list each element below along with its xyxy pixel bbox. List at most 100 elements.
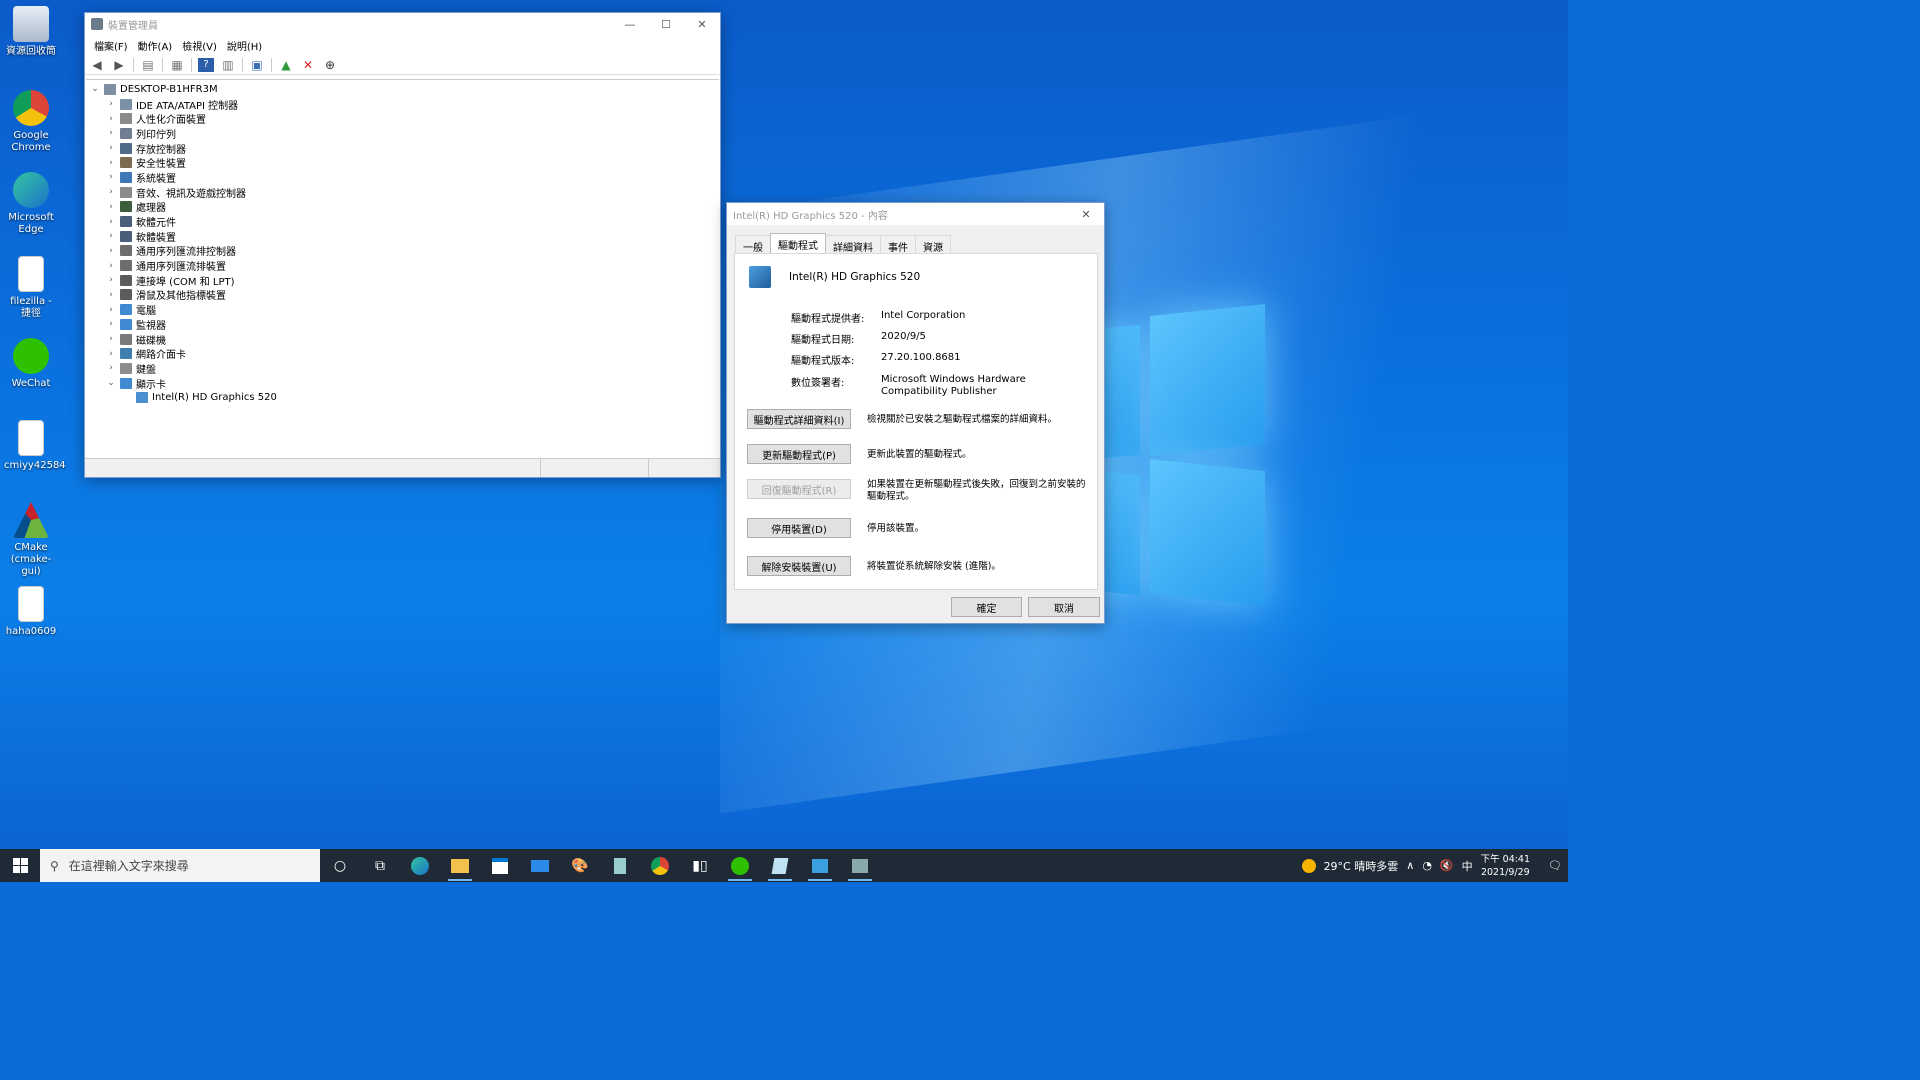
close-button[interactable]: ✕ [1068,203,1104,225]
tree-category[interactable]: › 鍵盤 [86,361,719,376]
expand-arrow-icon[interactable]: › [105,202,117,212]
expand-arrow-icon[interactable]: › [105,246,117,256]
desktop-icon-cmiyy42584[interactable]: cmiyy42584 [4,420,66,472]
menu-view[interactable]: 檢視(V) [177,38,222,53]
tree-category[interactable]: › 人性化介面裝置 [86,111,719,126]
start-button[interactable] [0,849,40,882]
tree-category[interactable]: › 安全性裝置 [86,155,719,170]
tree-category[interactable]: › 通用序列匯流排控制器 [86,244,719,258]
device-tree[interactable]: ⌄ DESKTOP-B1HFR3M › IDE ATA/ATAPI 控制器 › 人性化… [86,79,719,457]
calculator-icon[interactable] [600,849,640,882]
expand-arrow-icon[interactable]: › [105,334,117,344]
tree-category[interactable]: › 列印佇列 [86,126,719,141]
roll-back-driver-button[interactable]: 回復驅動程式(R) [747,479,851,499]
tree-category[interactable]: › 磁碟機 [86,332,719,347]
uninstall-device-button[interactable]: 解除安裝裝置(U) [747,556,851,576]
device-manager-window[interactable]: 裝置管理員 — ☐ ✕ 檔案(F) 動作(A) 檢視(V) 說明(H) ◀ ▶ … [84,12,721,478]
tree-category[interactable]: › 通用序列匯流排裝置 [86,258,719,273]
menu-file[interactable]: 檔案(F) [89,38,133,53]
chevron-up-icon[interactable]: ∧ [1406,859,1414,872]
tree-category[interactable]: › IDE ATA/ATAPI 控制器 [86,97,719,112]
clock[interactable]: 下午 04:41 2021/9/29 [1481,853,1530,879]
help-icon[interactable]: ? [198,57,214,72]
expand-arrow-icon[interactable]: › [105,158,117,168]
disable-device-icon[interactable]: ⊕ [322,58,338,72]
expand-arrow-icon[interactable]: › [105,275,117,285]
network-icon[interactable]: ◔ [1422,859,1432,872]
ime-indicator[interactable]: 中 [1462,858,1473,874]
tree-category[interactable]: › 監視器 [86,317,719,332]
forward-icon[interactable]: ▶ [111,58,127,72]
expand-arrow-icon[interactable]: › [105,305,117,315]
chrome-icon[interactable] [640,849,680,882]
device-manager-icon[interactable] [800,849,840,882]
back-icon[interactable]: ◀ [89,58,105,72]
edge-icon[interactable] [400,849,440,882]
tree-category[interactable]: › 網路介面卡 [86,346,719,361]
expand-arrow-icon[interactable]: › [105,114,117,124]
tree-category[interactable]: › 滑鼠及其他指標裝置 [86,288,719,302]
expand-arrow-icon[interactable]: › [105,319,117,329]
minimize-button[interactable]: — [612,13,648,35]
wechat-icon[interactable] [720,849,760,882]
expand-arrow-icon[interactable]: › [105,349,117,359]
expand-arrow-icon[interactable]: › [105,290,117,300]
menu-help[interactable]: 說明(H) [222,38,267,53]
devmgr-titlebar[interactable]: 裝置管理員 — ☐ ✕ [85,13,720,35]
cancel-button[interactable]: 取消 [1028,597,1100,617]
cortana-icon[interactable]: ○ [320,849,360,882]
close-button[interactable]: ✕ [684,13,720,35]
stock-chart-icon[interactable]: ▮▯ [680,849,720,882]
expand-arrow-icon[interactable]: › [105,231,117,241]
scan-hardware-icon[interactable]: ▣ [249,58,265,72]
tree-category[interactable]: › 軟體裝置 [86,229,719,244]
expand-arrow-icon[interactable]: › [105,261,117,271]
volume-muted-icon[interactable]: 🔇 [1440,859,1454,872]
ok-button[interactable]: 確定 [951,597,1022,617]
tree-category[interactable]: › 存放控制器 [86,141,719,156]
desktop-icon-filezilla[interactable]: filezilla - 捷徑 [4,256,58,320]
tree-root[interactable]: ⌄ DESKTOP-B1HFR3M [86,82,719,97]
tree-category[interactable]: › 連接埠 (COM 和 LPT) [86,273,719,288]
expand-arrow-icon[interactable]: › [105,143,117,153]
update-driver-icon[interactable]: ▲ [278,58,294,72]
tree-category[interactable]: › 軟體元件 [86,214,719,229]
tree-category[interactable]: › 處理器 [86,200,719,214]
desktop-icon-recycle-bin[interactable]: 資源回收筒 [4,6,58,58]
properties-dialog-icon[interactable] [840,849,880,882]
paint-icon[interactable]: 🎨 [560,849,600,882]
tree-category[interactable]: › 電腦 [86,302,719,317]
store-icon[interactable] [480,849,520,882]
update-driver-button[interactable]: 更新驅動程式(P) [747,444,851,464]
tree-category[interactable]: ⌄ 顯示卡 [86,376,719,391]
collapse-arrow-icon[interactable]: ⌄ [89,84,101,94]
notification-icon[interactable]: 🗨 [1548,859,1562,872]
driver-details-button[interactable]: 驅動程式詳細資料(I) [747,409,851,429]
mail-icon[interactable] [520,849,560,882]
uninstall-icon[interactable]: ✕ [300,58,316,72]
task-view-icon[interactable]: ⧉ [360,849,400,882]
properties-dialog[interactable]: Intel(R) HD Graphics 520 - 內容 ✕ 一般 驅動程式 … [726,202,1105,624]
expand-arrow-icon[interactable]: › [105,217,117,227]
desktop-icon-haha0609[interactable]: haha0609 [4,586,58,638]
collapse-arrow-icon[interactable]: ⌄ [105,378,117,388]
disable-device-button[interactable]: 停用裝置(D) [747,518,851,538]
notepad-icon[interactable] [760,849,800,882]
expand-arrow-icon[interactable]: › [105,363,117,373]
tree-category[interactable]: › 系統裝置 [86,170,719,185]
desktop-icon-chrome[interactable]: Google Chrome [4,90,58,154]
menu-action[interactable]: 動作(A) [133,38,178,53]
expand-arrow-icon[interactable]: › [105,187,117,197]
view-icon[interactable]: ▥ [220,58,236,72]
file-explorer-icon[interactable] [440,849,480,882]
weather-text[interactable]: 29°C 晴時多雲 [1324,858,1399,874]
tree-category[interactable]: › 音效、視訊及遊戲控制器 [86,185,719,200]
desktop-icon-cmake[interactable]: CMake (cmake-gui) [4,502,58,578]
props-titlebar[interactable]: Intel(R) HD Graphics 520 - 內容 ✕ [727,203,1104,225]
expand-arrow-icon[interactable]: › [105,128,117,138]
desktop-icon-edge[interactable]: Microsoft Edge [4,172,58,236]
expand-arrow-icon[interactable]: › [105,99,117,109]
maximize-button[interactable]: ☐ [648,13,684,35]
desktop-icon-wechat[interactable]: WeChat [4,338,58,390]
expand-arrow-icon[interactable]: › [105,172,117,182]
